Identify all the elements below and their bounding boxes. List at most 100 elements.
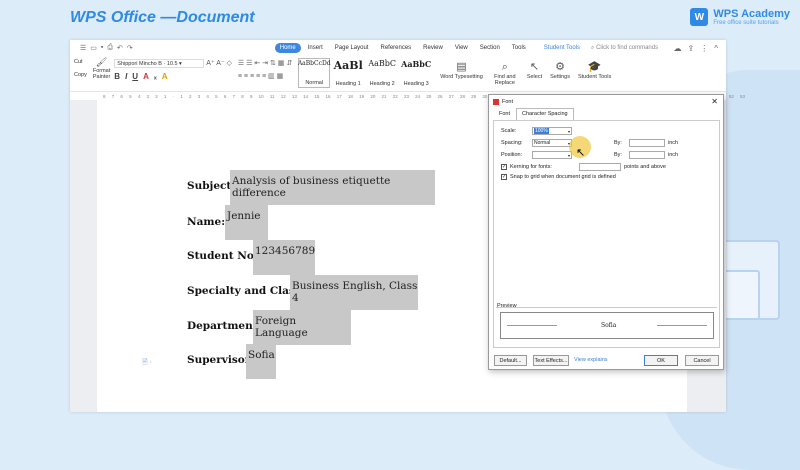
ruler-tick-label: 53 — [740, 93, 746, 99]
ruler-tick-label: 4 — [137, 93, 141, 99]
position-by-input[interactable] — [629, 151, 665, 159]
select-button[interactable]: ↖ Select — [527, 60, 542, 80]
cut-button[interactable]: Cut — [74, 59, 87, 65]
tab-section[interactable]: Section — [475, 43, 505, 53]
style-label: Normal — [305, 80, 324, 86]
font-dialog: Font ✕ Font Character Spacing Scale: 100… — [488, 94, 724, 370]
style-normal[interactable]: AaBbCcDd Normal — [298, 58, 331, 88]
more-icon[interactable]: ⋮ — [700, 44, 708, 53]
chevron-down-icon: ▾ — [567, 152, 570, 158]
snap-checkbox[interactable]: ✓ — [501, 174, 507, 180]
ruler-tick-label: 3 — [146, 93, 150, 99]
ruler-tick-label: 27 — [448, 93, 454, 99]
list-buttons-icon[interactable]: ☰ ☰ ⇤ ⇥ ⇅ ▦ ⇵ — [238, 59, 292, 67]
ruler-tick-label: 4 — [206, 93, 209, 99]
field-label-specialty: Specialty and Class: — [187, 285, 305, 297]
highlight-icon[interactable]: A — [162, 72, 168, 81]
ok-button[interactable]: OK — [644, 355, 678, 366]
ruler-tick-label: 10 — [258, 93, 264, 99]
field-value-name[interactable]: Jennie — [225, 205, 268, 240]
close-icon[interactable]: ✕ — [711, 97, 718, 106]
spacing-select[interactable]: Normal▾ — [532, 139, 572, 147]
cloud-icon[interactable]: ☁ — [674, 44, 682, 53]
redo-icon[interactable]: ↷ — [127, 44, 133, 52]
style-label: Heading 1 — [335, 81, 361, 87]
style-heading-3[interactable]: AaBbC Heading 3 — [400, 58, 432, 88]
tab-student-tools[interactable]: Student Tools — [539, 43, 585, 53]
font-grow-icon[interactable]: A⁺ A⁻ ◇ — [206, 59, 232, 68]
style-heading-2[interactable]: AaBbC Heading 2 — [366, 58, 398, 88]
print-icon[interactable]: ⎙ — [107, 44, 113, 52]
tab-tools[interactable]: Tools — [507, 43, 531, 53]
tab-references[interactable]: References — [375, 43, 416, 53]
view-explains-link[interactable]: View explains — [574, 357, 608, 363]
gear-icon: ⚙ — [555, 61, 565, 73]
word-typesetting-button[interactable]: ▤ Word Typesetting — [440, 60, 483, 80]
undo-icon[interactable]: ↶ — [117, 44, 123, 52]
format-painter-button[interactable]: 🖌 Format Painter — [93, 56, 110, 80]
share-icon[interactable]: ⇪ — [688, 44, 695, 53]
position-select[interactable]: ▾ — [532, 151, 572, 159]
spacing-by-input[interactable] — [629, 139, 665, 147]
academy-title: WPS Academy — [713, 8, 790, 20]
ruler-tick-label: 15 — [314, 93, 320, 99]
tab-insert[interactable]: Insert — [303, 43, 328, 53]
chevron-down-icon: ▾ — [567, 128, 570, 134]
find-replace-button[interactable]: ⌕ Find and Replace — [491, 60, 519, 86]
field-value-student-no[interactable]: 123456789 — [253, 240, 315, 275]
strikethrough-icon[interactable]: ₓ — [154, 72, 157, 81]
bold-button[interactable]: B — [114, 72, 120, 81]
scale-row: Scale: 100% ▾ — [501, 127, 572, 135]
find-commands-search[interactable]: ⌕ Click to find commands — [591, 45, 658, 52]
kerning-input[interactable] — [579, 163, 621, 171]
dialog-title: Font — [502, 98, 514, 105]
ruler-tick-label: 14 — [303, 93, 309, 99]
menu-icon[interactable]: ☰ — [80, 44, 86, 52]
style-heading-1[interactable]: AaBl Heading 1 — [332, 58, 364, 88]
italic-button[interactable]: I — [125, 72, 127, 81]
tab-view[interactable]: View — [450, 43, 473, 53]
tab-font[interactable]: Font — [493, 108, 516, 120]
tab-page-layout[interactable]: Page Layout — [330, 43, 374, 53]
position-by-row: By: inch — [614, 151, 678, 159]
scale-select[interactable]: 100% ▾ — [532, 127, 572, 135]
cancel-button[interactable]: Cancel — [685, 355, 719, 366]
ruler-tick-label: 1 — [180, 93, 183, 99]
save-icon[interactable]: ▪ — [101, 44, 103, 52]
style-preview: AaBl — [333, 59, 363, 72]
mouse-cursor-icon: ↖ — [576, 147, 586, 159]
collapse-icon[interactable]: ^ — [714, 44, 718, 53]
field-value-subject[interactable]: Analysis of business etiquette differenc… — [230, 170, 435, 205]
tab-home[interactable]: Home — [274, 43, 301, 53]
text-effects-button[interactable]: Text Effects... — [533, 355, 569, 366]
field-value-supervisor[interactable]: Sofia — [246, 344, 276, 379]
window-right-icons: ☁ ⇪ ⋮ ^ — [674, 44, 726, 53]
spacing-by-row: By: inch — [614, 139, 678, 147]
align-buttons-icon[interactable]: ≡ ≡ ≡ ≡ ≡ ▥ ▦ — [238, 72, 292, 80]
settings-button[interactable]: ⚙ Settings — [550, 60, 570, 80]
ruler-tick-label: 17 — [336, 93, 342, 99]
open-folder-icon[interactable]: ▭ — [90, 44, 97, 52]
field-value-department[interactable]: Foreign Language — [253, 310, 351, 345]
spacing-row: Spacing: Normal▾ — [501, 139, 572, 147]
kerning-checkbox[interactable]: ✓ — [501, 164, 507, 170]
field-value-specialty[interactable]: Business English, Class 4 — [290, 275, 418, 310]
style-preview: AaBbC — [401, 59, 432, 69]
student-tools-button[interactable]: 🎓 Student Tools — [578, 60, 611, 80]
ruler-tick-label: 11 — [269, 93, 275, 99]
ruler-tick-label: 19 — [359, 93, 365, 99]
default-button[interactable]: Default... — [494, 355, 527, 366]
ruler-tick-label: 8 — [241, 93, 244, 99]
field-label-subject: Subject: — [187, 180, 236, 192]
snap-label: Snap to grid when document grid is defin… — [510, 174, 616, 180]
paragraph-marker-icon[interactable]: 🗎 · — [142, 358, 152, 369]
copy-button[interactable]: Copy — [74, 72, 87, 78]
font-name-select[interactable]: Shippori Mincho B · 10.5 ▾ — [114, 59, 205, 68]
tab-character-spacing[interactable]: Character Spacing — [516, 108, 574, 120]
preview-line-right — [657, 325, 707, 326]
preview-text: Sofia — [601, 322, 617, 329]
font-color-icon[interactable]: A — [143, 72, 149, 81]
tab-review[interactable]: Review — [418, 43, 448, 53]
find-commands-label: Click to find commands — [596, 44, 659, 51]
underline-button[interactable]: U — [132, 72, 138, 81]
